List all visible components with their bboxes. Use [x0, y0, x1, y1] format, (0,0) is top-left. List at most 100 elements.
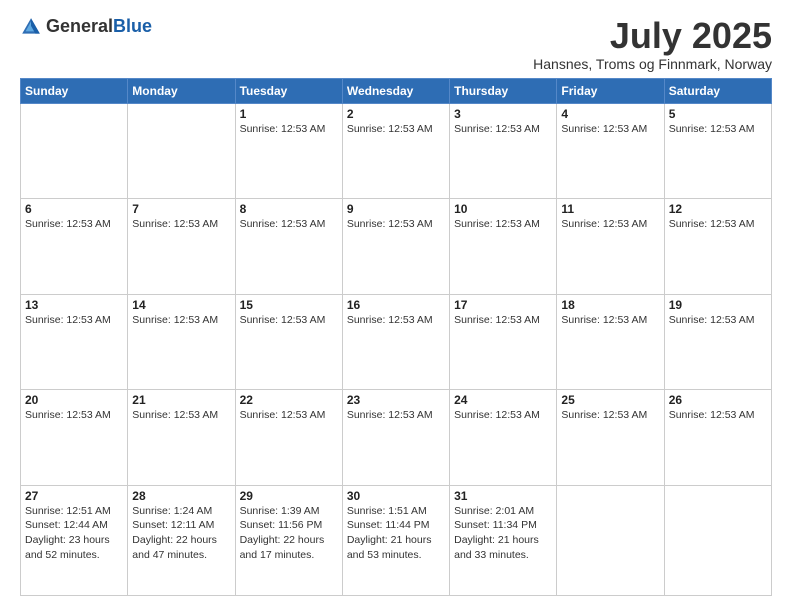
table-row: 29Sunrise: 1:39 AMSunset: 11:56 PMDaylig…: [235, 485, 342, 595]
day-info: Sunrise: 12:53 AM: [454, 408, 552, 423]
table-row: 24Sunrise: 12:53 AM: [450, 390, 557, 486]
table-row: 2Sunrise: 12:53 AM: [342, 103, 449, 199]
day-info: Sunrise: 12:53 AM: [561, 408, 659, 423]
table-row: 7Sunrise: 12:53 AM: [128, 199, 235, 295]
day-info: Sunrise: 12:53 AM: [240, 217, 338, 232]
day-number: 6: [25, 202, 123, 216]
month-title: July 2025: [533, 16, 772, 56]
day-info: Sunrise: 12:53 AM: [347, 313, 445, 328]
day-number: 13: [25, 298, 123, 312]
day-info: Sunrise: 12:53 AM: [240, 408, 338, 423]
day-number: 14: [132, 298, 230, 312]
table-row: 10Sunrise: 12:53 AM: [450, 199, 557, 295]
day-number: 3: [454, 107, 552, 121]
day-number: 7: [132, 202, 230, 216]
table-row: 27Sunrise: 12:51 AMSunset: 12:44 AMDayli…: [21, 485, 128, 595]
day-number: 31: [454, 489, 552, 503]
table-row: 30Sunrise: 1:51 AMSunset: 11:44 PMDaylig…: [342, 485, 449, 595]
day-info: Sunrise: 12:53 AM: [25, 313, 123, 328]
day-number: 20: [25, 393, 123, 407]
day-number: 19: [669, 298, 767, 312]
day-number: 11: [561, 202, 659, 216]
page: GeneralBlue July 2025 Hansnes, Troms og …: [0, 0, 792, 612]
day-info: Sunrise: 12:53 AM: [454, 313, 552, 328]
table-row: 25Sunrise: 12:53 AM: [557, 390, 664, 486]
day-number: 8: [240, 202, 338, 216]
day-number: 23: [347, 393, 445, 407]
calendar-week-row: 1Sunrise: 12:53 AM2Sunrise: 12:53 AM3Sun…: [21, 103, 772, 199]
day-number: 18: [561, 298, 659, 312]
day-info: Sunrise: 12:53 AM: [669, 408, 767, 423]
table-row: [21, 103, 128, 199]
day-info: Sunrise: 12:53 AM: [240, 313, 338, 328]
day-info: Sunrise: 12:53 AM: [25, 217, 123, 232]
day-info: Sunrise: 12:53 AM: [561, 122, 659, 137]
table-row: 15Sunrise: 12:53 AM: [235, 294, 342, 390]
day-number: 9: [347, 202, 445, 216]
day-info: Sunrise: 12:53 AM: [669, 122, 767, 137]
table-row: 28Sunrise: 1:24 AMSunset: 12:11 AMDaylig…: [128, 485, 235, 595]
table-row: 3Sunrise: 12:53 AM: [450, 103, 557, 199]
day-info: Sunrise: 12:53 AM: [347, 217, 445, 232]
calendar-week-row: 13Sunrise: 12:53 AM14Sunrise: 12:53 AM15…: [21, 294, 772, 390]
day-info: Sunrise: 12:53 AM: [132, 217, 230, 232]
day-number: 29: [240, 489, 338, 503]
table-row: 20Sunrise: 12:53 AM: [21, 390, 128, 486]
day-number: 22: [240, 393, 338, 407]
calendar: Sunday Monday Tuesday Wednesday Thursday…: [20, 78, 772, 596]
day-number: 16: [347, 298, 445, 312]
table-row: 5Sunrise: 12:53 AM: [664, 103, 771, 199]
table-row: 12Sunrise: 12:53 AM: [664, 199, 771, 295]
table-row: 18Sunrise: 12:53 AM: [557, 294, 664, 390]
table-row: 4Sunrise: 12:53 AM: [557, 103, 664, 199]
logo-text: GeneralBlue: [46, 17, 152, 37]
day-number: 10: [454, 202, 552, 216]
day-number: 5: [669, 107, 767, 121]
day-info: Sunrise: 12:53 AM: [132, 313, 230, 328]
day-info: Sunrise: 12:53 AM: [669, 217, 767, 232]
col-tuesday: Tuesday: [235, 78, 342, 103]
day-number: 28: [132, 489, 230, 503]
logo-icon: [20, 16, 42, 38]
table-row: [128, 103, 235, 199]
calendar-header-row: Sunday Monday Tuesday Wednesday Thursday…: [21, 78, 772, 103]
day-number: 30: [347, 489, 445, 503]
day-number: 1: [240, 107, 338, 121]
col-thursday: Thursday: [450, 78, 557, 103]
table-row: 23Sunrise: 12:53 AM: [342, 390, 449, 486]
day-info: Sunrise: 1:51 AMSunset: 11:44 PMDaylight…: [347, 504, 445, 563]
day-info: Sunrise: 12:53 AM: [561, 313, 659, 328]
logo-blue: Blue: [113, 16, 152, 36]
table-row: 17Sunrise: 12:53 AM: [450, 294, 557, 390]
day-info: Sunrise: 12:53 AM: [561, 217, 659, 232]
day-info: Sunrise: 1:24 AMSunset: 12:11 AMDaylight…: [132, 504, 230, 563]
calendar-week-row: 27Sunrise: 12:51 AMSunset: 12:44 AMDayli…: [21, 485, 772, 595]
table-row: [664, 485, 771, 595]
table-row: [557, 485, 664, 595]
day-info: Sunrise: 12:53 AM: [454, 217, 552, 232]
table-row: 21Sunrise: 12:53 AM: [128, 390, 235, 486]
day-info: Sunrise: 12:51 AMSunset: 12:44 AMDayligh…: [25, 504, 123, 563]
table-row: 14Sunrise: 12:53 AM: [128, 294, 235, 390]
col-monday: Monday: [128, 78, 235, 103]
day-number: 4: [561, 107, 659, 121]
logo: GeneralBlue: [20, 16, 152, 38]
day-info: Sunrise: 12:53 AM: [347, 122, 445, 137]
location: Hansnes, Troms og Finnmark, Norway: [533, 56, 772, 72]
title-block: July 2025 Hansnes, Troms og Finnmark, No…: [533, 16, 772, 72]
day-info: Sunrise: 12:53 AM: [347, 408, 445, 423]
day-number: 21: [132, 393, 230, 407]
day-number: 12: [669, 202, 767, 216]
day-number: 2: [347, 107, 445, 121]
table-row: 9Sunrise: 12:53 AM: [342, 199, 449, 295]
day-number: 25: [561, 393, 659, 407]
day-number: 26: [669, 393, 767, 407]
day-info: Sunrise: 2:01 AMSunset: 11:34 PMDaylight…: [454, 504, 552, 563]
calendar-week-row: 6Sunrise: 12:53 AM7Sunrise: 12:53 AM8Sun…: [21, 199, 772, 295]
header: GeneralBlue July 2025 Hansnes, Troms og …: [20, 16, 772, 72]
day-number: 27: [25, 489, 123, 503]
table-row: 22Sunrise: 12:53 AM: [235, 390, 342, 486]
day-info: Sunrise: 12:53 AM: [132, 408, 230, 423]
col-sunday: Sunday: [21, 78, 128, 103]
calendar-week-row: 20Sunrise: 12:53 AM21Sunrise: 12:53 AM22…: [21, 390, 772, 486]
